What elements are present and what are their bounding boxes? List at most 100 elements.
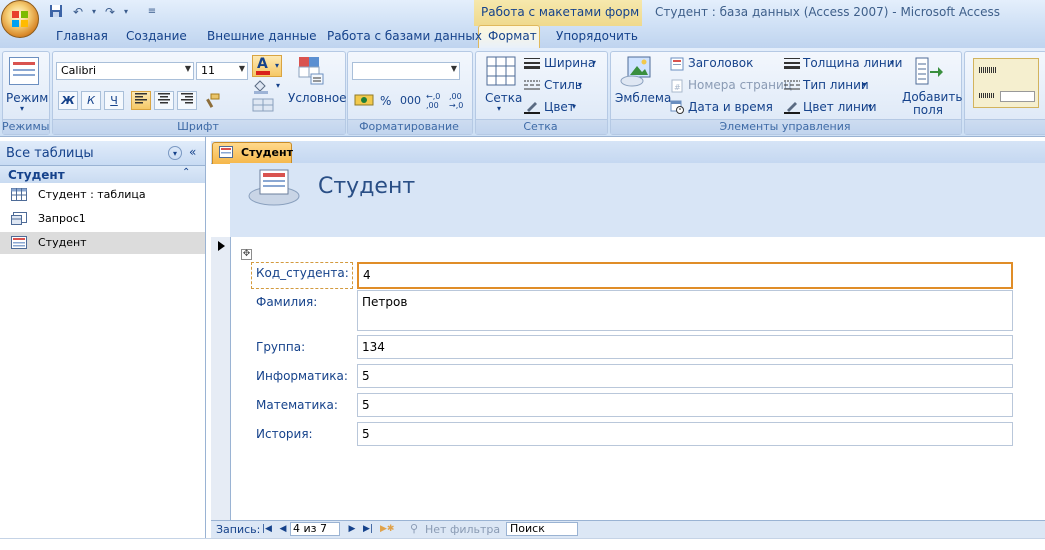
- last-record-icon[interactable]: ▶|: [363, 522, 373, 536]
- currency-format-icon[interactable]: [354, 92, 374, 110]
- nav-pane-title[interactable]: Все таблицы: [6, 146, 94, 161]
- grid-width-button[interactable]: Ширина: [544, 56, 595, 70]
- chevron-down-icon[interactable]: ▾: [592, 58, 596, 67]
- first-record-icon[interactable]: |◀: [262, 522, 272, 536]
- redo-icon[interactable]: ↷: [102, 4, 118, 20]
- line-type-button[interactable]: Тип линии: [803, 78, 869, 92]
- italic-button[interactable]: К: [81, 91, 101, 110]
- increase-decimals-icon[interactable]: ←,0,00: [426, 92, 446, 110]
- form-icon: [219, 146, 233, 158]
- chevron-down-icon[interactable]: ▾: [578, 80, 582, 89]
- tab-home[interactable]: Главная: [56, 29, 108, 43]
- next-record-icon[interactable]: ▶: [347, 522, 357, 536]
- view-mode-dropdown-icon[interactable]: ▾: [20, 104, 24, 113]
- tab-format[interactable]: Формат: [488, 29, 537, 43]
- align-right-button[interactable]: [177, 91, 197, 110]
- chevron-down-icon: ▾: [275, 81, 280, 90]
- save-icon[interactable]: [48, 4, 64, 20]
- search-input[interactable]: Поиск: [506, 522, 578, 536]
- grid-color-button[interactable]: Цвет: [544, 100, 575, 114]
- collapse-pane-icon[interactable]: «: [189, 145, 196, 159]
- conditional-format-icon[interactable]: [296, 56, 326, 86]
- new-record-icon[interactable]: ▶✱: [380, 522, 394, 536]
- pen-color-icon: [524, 100, 540, 114]
- document-tab-strip: [211, 141, 1045, 164]
- gridlines-button[interactable]: [252, 98, 282, 114]
- record-selector[interactable]: [211, 237, 231, 520]
- tab-external-data[interactable]: Внешние данные: [207, 29, 316, 43]
- view-mode-button[interactable]: Режим: [6, 91, 48, 105]
- page-number-icon: #: [670, 79, 684, 93]
- autoformat-thumbnail[interactable]: [973, 58, 1039, 108]
- window-title: Студент : база данных (Access 2007) - Mi…: [655, 5, 1000, 19]
- group-field[interactable]: 134: [357, 335, 1013, 359]
- student-id-field[interactable]: 4: [357, 262, 1013, 289]
- filter-status[interactable]: Нет фильтра: [425, 523, 500, 536]
- field-label-group: Группа:: [256, 340, 306, 354]
- line-color-button[interactable]: Цвет линии: [803, 100, 877, 114]
- font-family-select[interactable]: Calibri ▼: [56, 62, 194, 80]
- collapse-group-icon[interactable]: ⌃: [182, 167, 190, 178]
- form-logo-icon: [248, 169, 300, 206]
- logo-emblem-icon: [620, 55, 654, 89]
- percent-format-button[interactable]: %: [380, 94, 391, 108]
- group-views-label: Режимы: [2, 120, 50, 133]
- fill-color-button[interactable]: ▾: [252, 78, 282, 96]
- tab-database-tools[interactable]: Работа с базами данных: [327, 29, 482, 43]
- current-record-arrow-icon: [218, 241, 225, 251]
- chevron-down-icon: ▾: [274, 61, 279, 70]
- tab-create[interactable]: Создание: [126, 29, 187, 43]
- redo-dropdown-icon[interactable]: ▾: [118, 4, 134, 20]
- nav-item-label: Студент : таблица: [38, 188, 146, 201]
- nav-menu-dropdown-icon[interactable]: ▾: [168, 146, 182, 160]
- font-size-select[interactable]: 11 ▼: [196, 62, 248, 80]
- surname-field[interactable]: Петров: [357, 290, 1013, 331]
- history-field[interactable]: 5: [357, 422, 1013, 446]
- align-center-button[interactable]: [154, 91, 174, 110]
- nav-item-label: Студент: [38, 236, 87, 249]
- nav-item-student-table[interactable]: Студент : таблица: [0, 184, 205, 206]
- heading-button[interactable]: Заголовок: [688, 56, 753, 70]
- align-left-button[interactable]: [131, 91, 151, 110]
- conditional-format-button[interactable]: Условное: [288, 91, 347, 105]
- emblem-button[interactable]: Эмблема: [615, 91, 671, 105]
- form-title: Студент: [318, 174, 416, 199]
- grid-button[interactable]: Сетка: [485, 91, 522, 105]
- align-left-icon: [135, 93, 147, 104]
- nav-item-student-form[interactable]: Студент: [0, 232, 205, 254]
- office-button[interactable]: [1, 0, 39, 38]
- undo-dropdown-icon[interactable]: ▾: [86, 4, 102, 20]
- line-type-icon: [784, 79, 800, 91]
- underline-button[interactable]: Ч: [104, 91, 124, 110]
- bold-button[interactable]: Ж: [58, 91, 78, 110]
- font-color-button[interactable]: A ▾: [252, 55, 282, 77]
- field-label-math: Математика:: [256, 398, 338, 412]
- add-field-button[interactable]: Добавить поля: [902, 91, 962, 117]
- chevron-down-icon: ▼: [184, 64, 191, 73]
- chevron-down-icon[interactable]: ▾: [868, 102, 872, 111]
- customize-toolbar-icon[interactable]: ≡: [144, 4, 160, 20]
- previous-record-icon[interactable]: ◀: [278, 522, 288, 536]
- record-label: Запись:: [216, 523, 261, 536]
- chevron-down-icon[interactable]: ▾: [890, 58, 894, 67]
- decrease-decimals-icon[interactable]: ,00 →,0: [449, 92, 469, 110]
- chevron-down-icon[interactable]: ▾: [572, 102, 576, 111]
- math-field[interactable]: 5: [357, 393, 1013, 417]
- format-painter-icon[interactable]: [203, 92, 221, 110]
- page-numbers-button[interactable]: Номера страниц: [688, 78, 792, 92]
- group-grid-label: Сетка: [523, 120, 558, 133]
- format-select[interactable]: ▼: [352, 62, 460, 80]
- record-position-input[interactable]: 4 из 7: [290, 522, 340, 536]
- datetime-button[interactable]: Дата и время: [688, 100, 773, 114]
- grid-dropdown-icon[interactable]: ▾: [497, 104, 501, 113]
- tab-arrange[interactable]: Упорядочить: [556, 29, 638, 43]
- query-icon: [11, 212, 27, 225]
- informatics-field[interactable]: 5: [357, 364, 1013, 388]
- chevron-down-icon[interactable]: ▾: [862, 80, 866, 89]
- layout-move-handle-icon[interactable]: ✥: [241, 249, 252, 260]
- grid-style-button[interactable]: Стиль: [544, 78, 582, 92]
- nav-item-query1[interactable]: Запрос1: [0, 208, 205, 230]
- undo-icon[interactable]: ↶: [70, 4, 86, 20]
- line-thickness-button[interactable]: Толщина линии: [803, 56, 902, 70]
- thousands-format-button[interactable]: 000: [400, 94, 421, 107]
